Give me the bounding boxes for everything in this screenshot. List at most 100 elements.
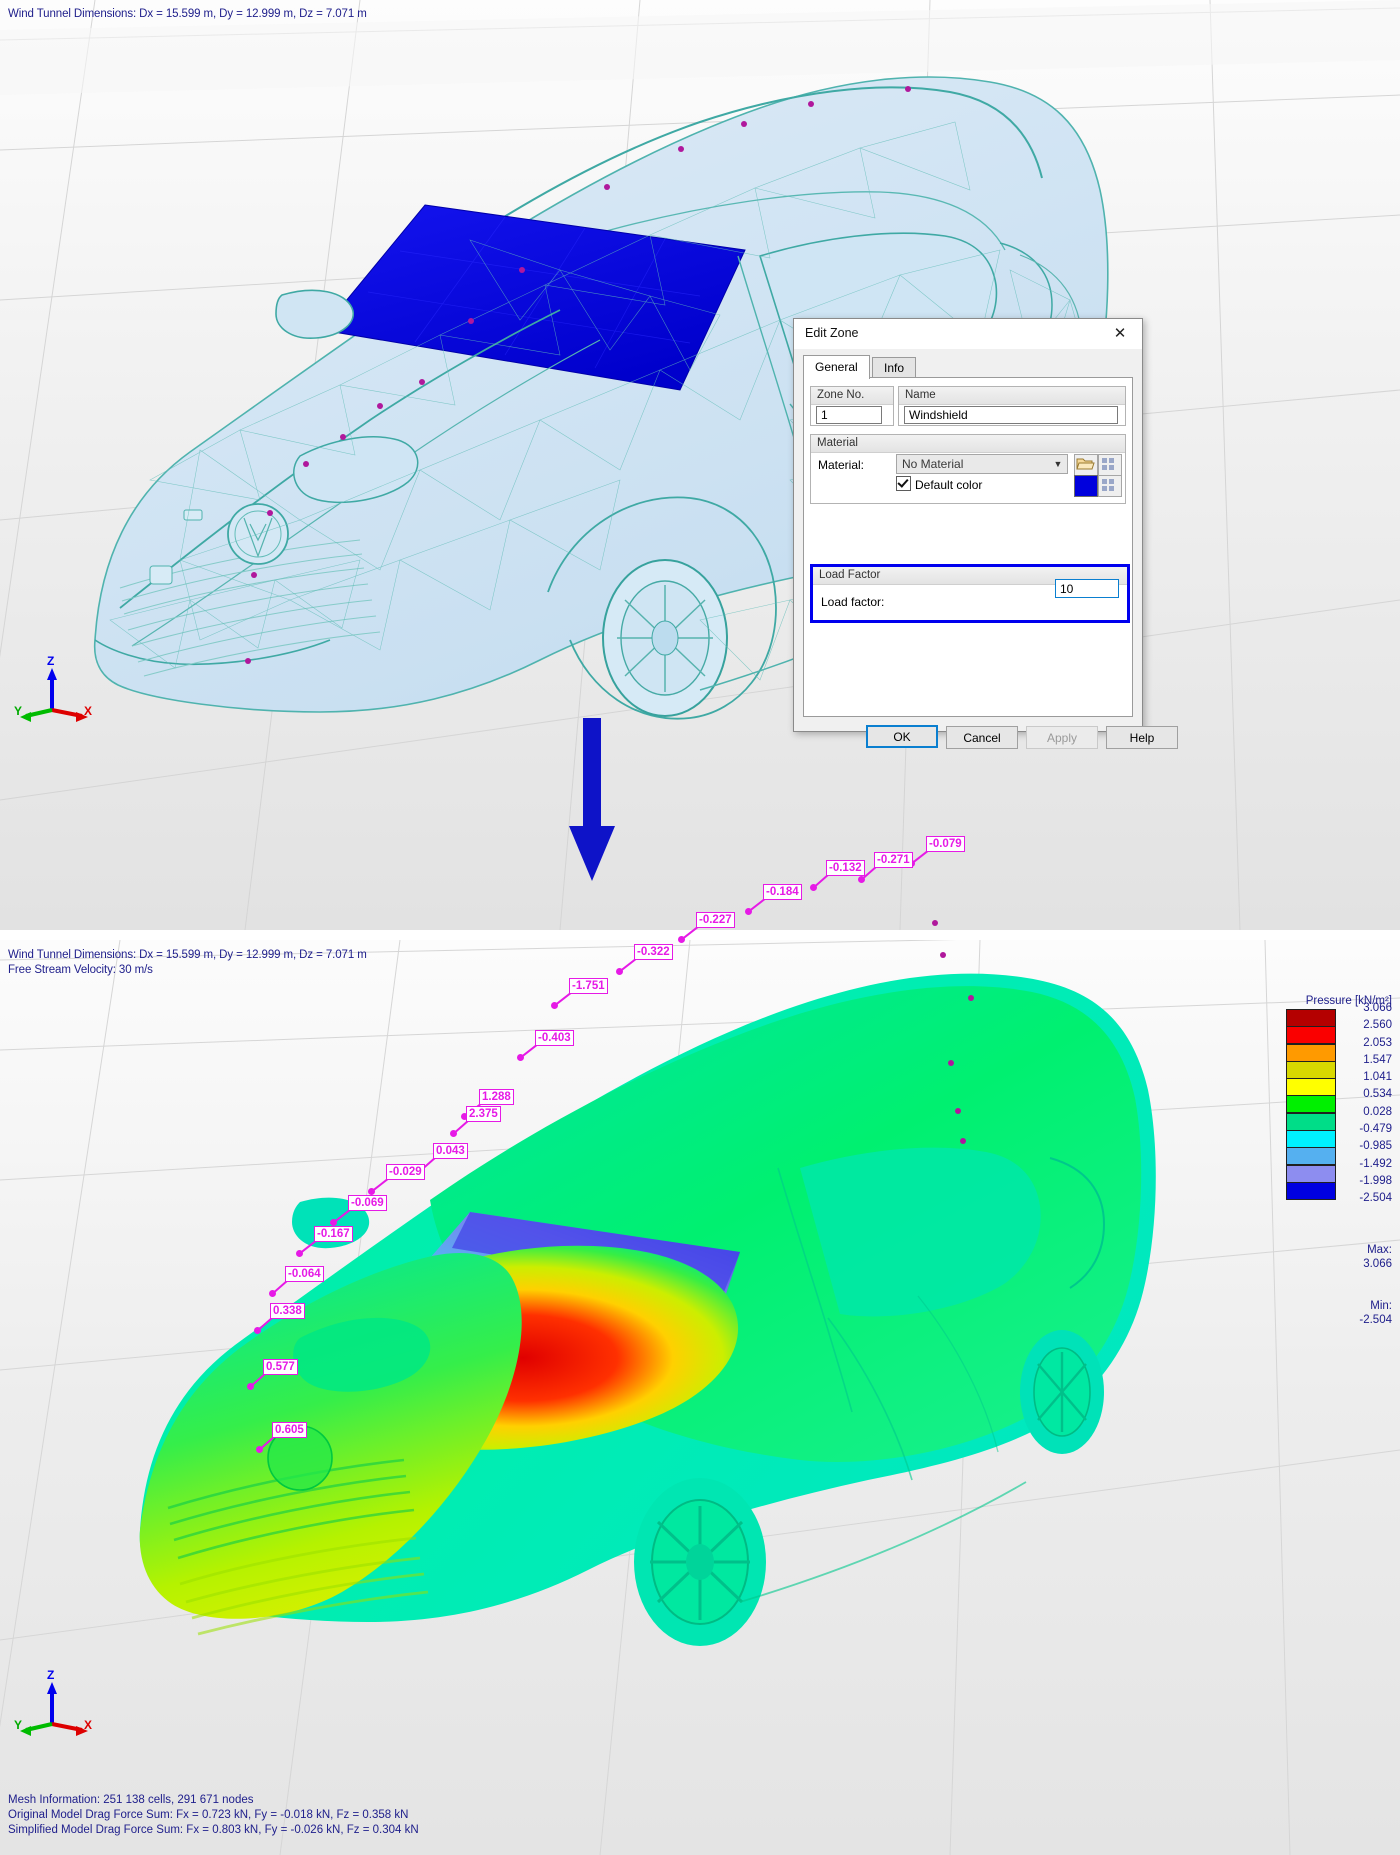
mesh-node-marker	[604, 184, 610, 190]
panel-divider	[0, 930, 1400, 940]
zone-no-input[interactable]	[816, 406, 882, 424]
material-label: Material:	[818, 458, 865, 472]
legend-value: -2.504	[1359, 1192, 1392, 1205]
folder-open-icon[interactable]	[1074, 454, 1098, 476]
probe-value-label: -0.132	[826, 860, 865, 876]
original-model-drag-force: Original Model Drag Force Sum: Fx = 0.72…	[8, 1809, 409, 1821]
chevron-down-icon[interactable]: ▼	[1049, 455, 1067, 473]
probe-value-label: -0.069	[348, 1195, 387, 1211]
tab-info[interactable]: Info	[872, 357, 917, 379]
mesh-node-marker	[955, 1108, 961, 1114]
close-icon[interactable]: ✕	[1102, 321, 1138, 347]
probe-value-label: 0.605	[272, 1422, 307, 1438]
mesh-node-marker	[948, 1060, 954, 1066]
legend-max-label: Max:	[1367, 1244, 1392, 1257]
legend-min-label: Min:	[1370, 1300, 1392, 1313]
legend-color-swatch	[1286, 1147, 1336, 1166]
probe-value-label: -0.167	[314, 1226, 353, 1242]
axis-label-y: Y	[14, 704, 23, 718]
probe-value-label: -0.079	[926, 836, 965, 852]
legend-color-swatch	[1286, 1026, 1336, 1045]
load-factor-input[interactable]	[1055, 579, 1119, 598]
legend-value: -1.998	[1359, 1174, 1392, 1187]
top-scene	[0, 0, 1400, 930]
legend-color-swatch	[1286, 1181, 1336, 1200]
pressure-legend: Pressure [kN/m²] 3.066 2.560 2.053 1.547 1.0…	[1284, 995, 1392, 1355]
probe-value-label: 1.288	[479, 1089, 514, 1105]
axis-triad-top: Z X Y	[14, 654, 94, 728]
edit-zone-dialog[interactable]: Edit Zone ✕ General Info Zone No. Name	[793, 318, 1178, 749]
legend-color-swatch	[1286, 1112, 1336, 1131]
material-color-swatch[interactable]	[1074, 475, 1098, 497]
legend-value: 0.534	[1363, 1088, 1392, 1101]
legend-color-swatch	[1286, 1164, 1336, 1183]
mesh-node-marker	[245, 658, 251, 664]
material-selected-value: No Material	[902, 457, 964, 471]
mesh-node-marker	[267, 510, 273, 516]
ok-button[interactable]: OK	[866, 725, 938, 748]
legend-rows: 3.066 2.560 2.053 1.547 1.041 0.534 0.028 -0.47…	[1284, 1002, 1392, 1204]
legend-value: 2.053	[1363, 1036, 1392, 1049]
zone-name-input[interactable]	[904, 406, 1118, 424]
bottom-header-velocity: Free Stream Velocity: 30 m/s	[8, 964, 153, 976]
legend-value: 2.560	[1363, 1019, 1392, 1032]
simplified-model-drag-force: Simplified Model Drag Force Sum: Fx = 0.…	[8, 1824, 419, 1836]
default-color-checkbox[interactable]: Default color	[896, 476, 982, 492]
axis-label-z: Z	[47, 654, 55, 668]
cancel-button[interactable]: Cancel	[946, 726, 1018, 749]
probe-value-label: -1.751	[569, 978, 608, 994]
probe-value-label: 0.043	[433, 1143, 468, 1159]
apply-button: Apply	[1026, 726, 1098, 749]
probe-value-label: 0.577	[263, 1359, 298, 1375]
viewport-top-wireframe[interactable]: Wind Tunnel Dimensions: Dx = 15.599 m, D…	[0, 0, 1400, 930]
mesh-node-marker	[968, 995, 974, 1001]
material-caption: Material	[811, 435, 1125, 453]
load-factor-label: Load factor:	[821, 595, 885, 609]
legend-min-max: Max: 3.066 Min: -2.504	[1284, 1215, 1392, 1355]
axis-label-y: Y	[14, 1718, 23, 1732]
legend-max-value: 3.066	[1363, 1258, 1392, 1271]
dialog-tabstrip[interactable]: General Info	[803, 355, 917, 379]
bottom-scene	[0, 940, 1400, 1855]
dialog-titlebar[interactable]: Edit Zone ✕	[794, 319, 1142, 350]
help-button[interactable]: Help	[1106, 726, 1178, 749]
legend-value: -0.479	[1359, 1123, 1392, 1136]
legend-value: 3.066	[1363, 1002, 1392, 1014]
legend-value: 0.028	[1363, 1105, 1392, 1118]
probe-value-label: -0.322	[634, 944, 673, 960]
checkmark-icon	[896, 476, 911, 491]
grid-palette-icon[interactable]	[1098, 475, 1122, 497]
mesh-node-marker	[419, 379, 425, 385]
mesh-node-marker	[960, 1138, 966, 1144]
tab-page-general: Zone No. Name Material Material: No Mate…	[803, 377, 1133, 717]
probe-value-label: -0.184	[763, 884, 802, 900]
material-select[interactable]: No Material ▼	[896, 454, 1068, 474]
zone-no-caption: Zone No.	[811, 387, 893, 405]
probe-value-label: -0.029	[386, 1164, 425, 1180]
axis-label-z: Z	[47, 1668, 55, 1682]
load-factor-group: Load Factor Load factor:	[810, 564, 1130, 623]
bottom-header-dimensions: Wind Tunnel Dimensions: Dx = 15.599 m, D…	[8, 949, 367, 961]
mesh-node-marker	[340, 434, 346, 440]
legend-min-value: -2.504	[1359, 1314, 1392, 1327]
default-color-label: Default color	[915, 478, 983, 492]
grid-palette-icon[interactable]	[1098, 454, 1122, 476]
tab-general[interactable]: General	[803, 355, 870, 379]
legend-row: -2.504	[1284, 1192, 1392, 1204]
legend-value: -1.492	[1359, 1157, 1392, 1170]
probe-value-label: -0.403	[535, 1030, 574, 1046]
mesh-node-marker	[377, 403, 383, 409]
name-caption: Name	[899, 387, 1125, 405]
legend-value: 1.547	[1363, 1053, 1392, 1066]
mesh-node-marker	[905, 86, 911, 92]
probe-value-label: 2.375	[466, 1106, 501, 1122]
mesh-node-marker	[932, 920, 938, 926]
legend-value: 1.041	[1363, 1071, 1392, 1084]
legend-color-swatch	[1286, 1060, 1336, 1079]
probe-value-label: 0.338	[270, 1303, 305, 1319]
viewport-bottom-pressure[interactable]: Wind Tunnel Dimensions: Dx = 15.599 m, D…	[0, 940, 1400, 1855]
mesh-node-marker	[251, 572, 257, 578]
probe-value-label: -0.227	[696, 912, 735, 928]
dialog-body: General Info Zone No. Name Material M	[794, 349, 1178, 749]
flow-direction-arrow	[569, 718, 615, 881]
